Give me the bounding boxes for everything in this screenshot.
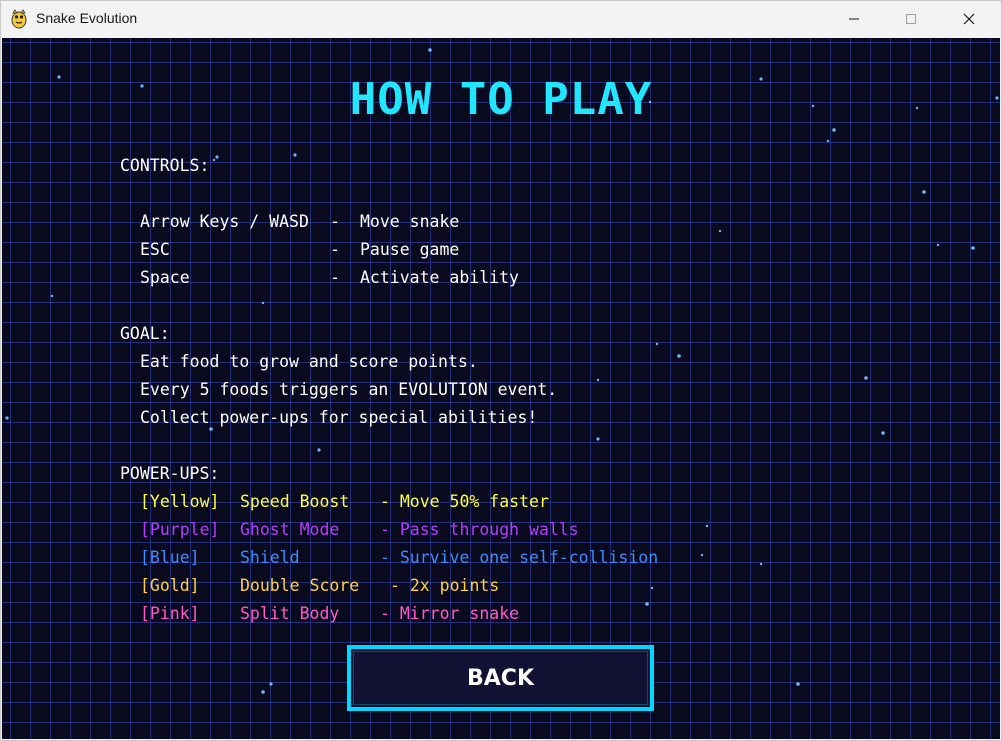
goal-line: Eat food to grow and score points. [140, 352, 478, 371]
powerup-description: - Pass through walls [380, 520, 579, 539]
powerup-description: - Survive one self-collision [380, 548, 659, 567]
close-icon [963, 13, 975, 25]
game-window: Snake Evolution HOW TO PLAY CONTROLS: Ar… [0, 0, 1002, 741]
minimize-button[interactable] [826, 1, 882, 37]
powerup-tag: [Yellow] [140, 492, 220, 511]
powerups-title: POWER-UPS: [120, 464, 220, 483]
page-title: HOW TO PLAY [349, 74, 653, 125]
maximize-button[interactable] [883, 1, 939, 37]
powerup-tag: [Gold] [140, 576, 200, 595]
window-title: Snake Evolution [36, 10, 138, 26]
powerup-tag: [Purple] [140, 520, 220, 539]
title-bar[interactable]: Snake Evolution [1, 1, 1001, 38]
powerup-tag: [Pink] [140, 604, 200, 623]
control-key: Space [140, 268, 190, 287]
maximize-icon [906, 14, 916, 24]
python-snake-icon [10, 9, 28, 29]
control-separator: - [330, 268, 340, 287]
control-separator: - [330, 212, 340, 231]
back-button-label: BACK [467, 665, 534, 691]
control-action: Move snake [360, 212, 460, 231]
powerup-description: - Mirror snake [380, 604, 520, 623]
goal-line: Collect power-ups for special abilities! [140, 408, 538, 427]
game-canvas: HOW TO PLAY CONTROLS: Arrow Keys / WASD … [2, 38, 1000, 739]
powerup-name: Shield [240, 548, 300, 567]
powerup-description: - 2x points [390, 576, 500, 595]
controls-title: CONTROLS: [120, 156, 210, 175]
goal-line: Every 5 foods triggers an EVOLUTION even… [140, 380, 558, 399]
control-key: ESC [140, 240, 170, 259]
powerup-name: Speed Boost [240, 492, 350, 511]
control-action: Activate ability [360, 268, 519, 287]
goal-title: GOAL: [120, 324, 170, 343]
powerup-name: Double Score [240, 576, 360, 595]
minimize-icon [849, 18, 859, 20]
control-action: Pause game [360, 240, 460, 259]
powerup-tag: [Blue] [140, 548, 200, 567]
powerup-name: Split Body [240, 604, 340, 623]
close-button[interactable] [941, 1, 997, 37]
powerup-description: - Move 50% faster [380, 492, 549, 511]
control-separator: - [330, 240, 340, 259]
control-key: Arrow Keys / WASD [140, 212, 309, 231]
back-button[interactable]: BACK [347, 645, 654, 711]
powerup-name: Ghost Mode [240, 520, 340, 539]
